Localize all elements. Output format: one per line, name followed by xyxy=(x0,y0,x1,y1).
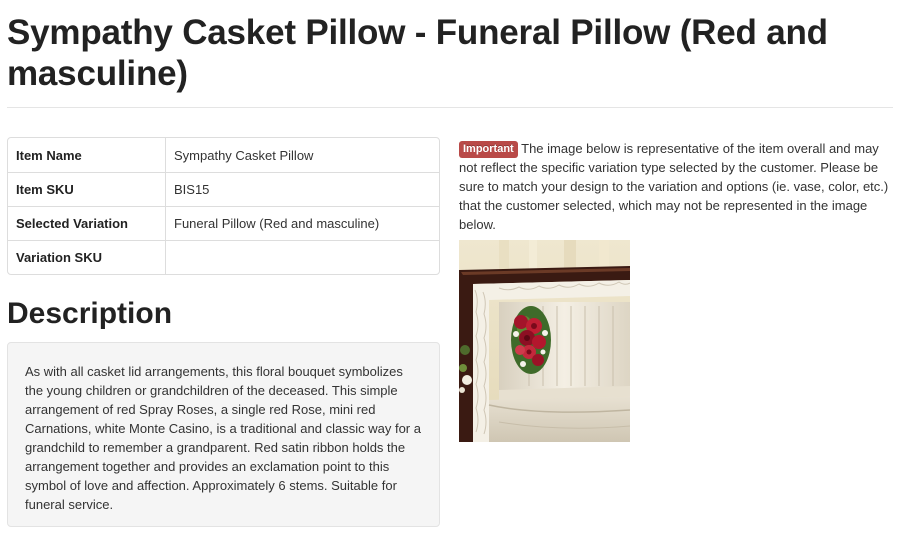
important-badge: Important xyxy=(459,141,518,158)
variation-sku-label: Variation SKU xyxy=(8,240,165,274)
table-row: Item SKU BIS15 xyxy=(8,172,439,206)
description-well: As with all casket lid arrangements, thi… xyxy=(7,342,440,527)
item-details-table: Item Name Sympathy Casket Pillow Item SK… xyxy=(7,137,440,275)
item-name-label: Item Name xyxy=(16,147,82,163)
item-sku-value: BIS15 xyxy=(165,172,439,206)
image-notice: Important The image below is representat… xyxy=(459,139,897,234)
item-sku-label: Item SKU xyxy=(8,172,165,206)
variation-sku-value xyxy=(165,240,439,274)
selected-variation-value: Funeral Pillow (Red and masculine) xyxy=(165,206,439,240)
description-text: As with all casket lid arrangements, thi… xyxy=(25,364,421,512)
description-heading: Description xyxy=(7,297,173,330)
table-row: Item Name Sympathy Casket Pillow xyxy=(8,138,439,172)
title-divider xyxy=(7,107,893,108)
page-title: Sympathy Casket Pillow - Funeral Pillow … xyxy=(7,13,828,93)
item-name-value: Sympathy Casket Pillow xyxy=(165,138,439,172)
selected-variation-label: Selected Variation xyxy=(8,206,165,240)
product-image xyxy=(459,240,630,442)
notice-text: The image below is representative of the… xyxy=(459,141,889,232)
table-row: Selected Variation Funeral Pillow (Red a… xyxy=(8,206,439,240)
table-row: Variation SKU xyxy=(8,240,439,274)
